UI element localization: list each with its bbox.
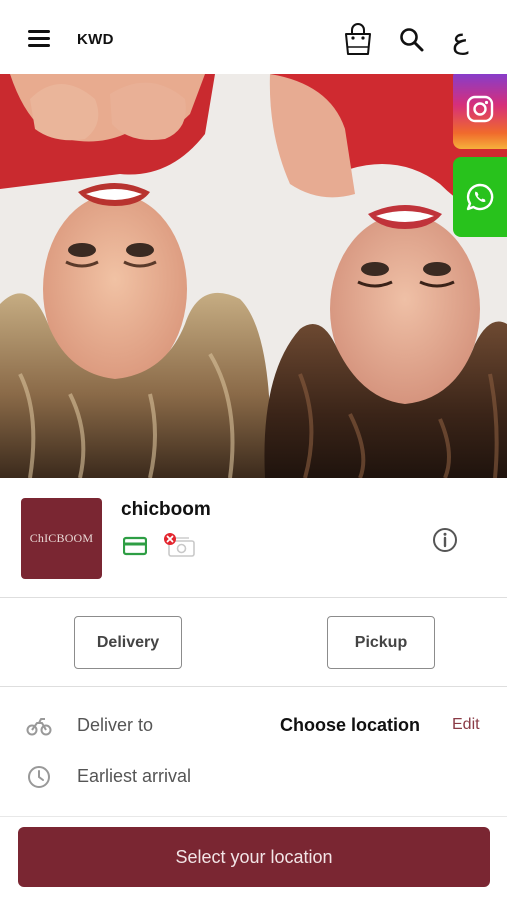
search-icon[interactable] xyxy=(399,27,425,53)
earliest-arrival-label: Earliest arrival xyxy=(77,766,192,786)
delivery-button[interactable]: Delivery xyxy=(74,616,182,669)
store-info: ChICBOOM chicboom xyxy=(0,478,507,598)
deliver-to-label: Deliver to xyxy=(77,715,154,735)
top-bar: KWD ع xyxy=(0,0,507,74)
hero-photo xyxy=(0,74,507,478)
divider xyxy=(0,816,507,817)
shopping-bag-icon[interactable] xyxy=(343,22,373,56)
deliver-to-row: Deliver to Choose location Edit xyxy=(0,702,507,750)
hamburger-menu-icon[interactable] xyxy=(28,30,52,50)
hero-banner xyxy=(0,74,507,478)
order-mode-selector: Delivery Pickup xyxy=(0,598,507,687)
instagram-icon xyxy=(466,95,494,123)
whatsapp-icon xyxy=(466,183,494,211)
info-icon xyxy=(433,528,457,552)
store-name: chicboom xyxy=(121,499,211,520)
select-location-button[interactable]: Select your location xyxy=(18,827,490,887)
currency-selector[interactable]: KWD xyxy=(77,31,114,48)
choose-location-link[interactable]: Choose location xyxy=(280,715,420,736)
store-logo: ChICBOOM xyxy=(21,498,102,579)
store-logo-text: ChICBOOM xyxy=(29,531,94,545)
instagram-button[interactable] xyxy=(453,74,507,149)
store-info-button[interactable] xyxy=(432,527,458,553)
whatsapp-button[interactable] xyxy=(453,157,507,237)
pickup-button[interactable]: Pickup xyxy=(327,616,435,669)
clock-icon xyxy=(28,766,50,788)
edit-location-link[interactable]: Edit xyxy=(452,716,480,734)
motorcycle-icon xyxy=(26,718,52,736)
credit-card-icon xyxy=(123,536,147,556)
cash-unavailable-icon xyxy=(164,533,195,557)
earliest-arrival-row: Earliest arrival xyxy=(0,753,507,801)
language-toggle[interactable]: ع xyxy=(452,22,469,56)
